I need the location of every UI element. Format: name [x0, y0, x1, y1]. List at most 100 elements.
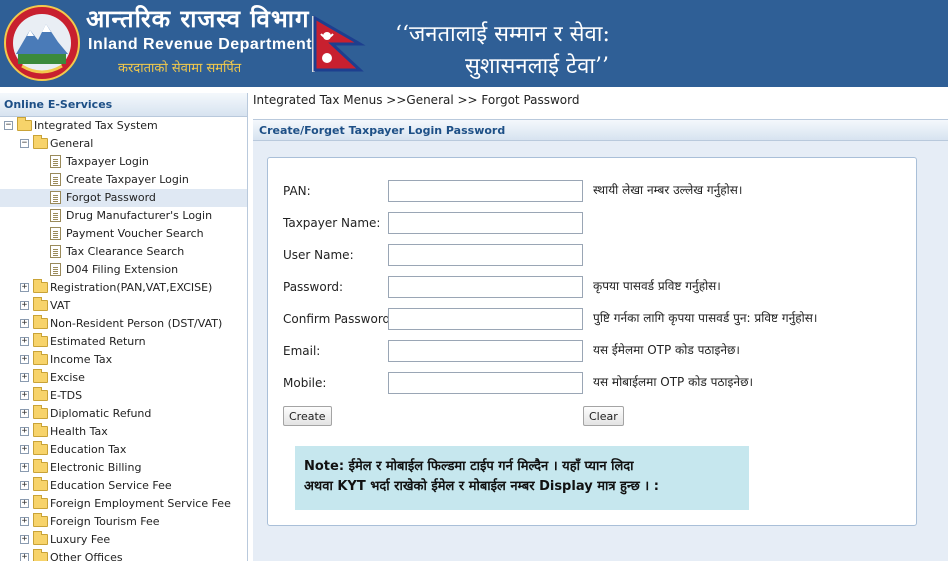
mobile-label: Mobile:	[283, 376, 327, 390]
expand-icon[interactable]: +	[20, 535, 29, 544]
tree-item[interactable]: + Health Tax	[0, 423, 247, 441]
folder-icon	[33, 279, 48, 293]
tree-item[interactable]: Forgot Password	[0, 189, 247, 207]
expand-icon[interactable]: +	[20, 283, 29, 292]
panel-title: Create/Forget Taxpayer Login Password	[253, 119, 948, 141]
tree-item-label: Tax Clearance Search	[66, 245, 185, 258]
password-input[interactable]	[388, 276, 583, 298]
tree-item[interactable]: + Foreign Tourism Fee	[0, 513, 247, 531]
tree-item-label: Payment Voucher Search	[66, 227, 204, 240]
folder-icon	[33, 513, 48, 527]
collapse-icon[interactable]: −	[4, 121, 13, 130]
tree-item[interactable]: + Excise	[0, 369, 247, 387]
expand-icon[interactable]: +	[20, 427, 29, 436]
tree-item[interactable]: + Income Tax	[0, 351, 247, 369]
folder-icon	[33, 423, 48, 437]
expand-icon[interactable]: +	[20, 463, 29, 472]
pan-input[interactable]	[388, 180, 583, 202]
tree-item-label: Integrated Tax System	[34, 119, 158, 132]
motto-line-2: सुशासनलाई टेवा’’	[465, 54, 610, 79]
department-name-nepali: आन्तरिक राजस्व विभाग	[86, 4, 310, 33]
panel-body: PAN: स्थायी लेखा नम्बर उल्लेख गर्नुहोस। Ta…	[253, 141, 948, 561]
tree-item[interactable]: + Luxury Fee	[0, 531, 247, 549]
folder-icon	[33, 495, 48, 509]
tree-item[interactable]: + Electronic Billing	[0, 459, 247, 477]
tree-item-label: Drug Manufacturer's Login	[66, 209, 213, 222]
expand-icon[interactable]: +	[20, 391, 29, 400]
document-icon	[50, 173, 61, 186]
email-input[interactable]	[388, 340, 583, 362]
user-name-input[interactable]	[388, 244, 583, 266]
mobile-hint: यस मोबाईलमा OTP कोड पठाइनेछ।	[593, 375, 754, 389]
tree-item-label: D04 Filing Extension	[66, 263, 179, 276]
motto-line-1: ‘‘जनतालाई सम्मान र सेवा:	[395, 22, 610, 47]
tree-item-label: Education Tax	[50, 443, 127, 456]
note-line-1: Note: ईमेल र मोबाईल फिल्डमा टाईप गर्न मि…	[304, 459, 634, 474]
sidebar-title: Online E-Services	[0, 93, 247, 117]
tree-item[interactable]: Drug Manufacturer's Login	[0, 207, 247, 225]
expand-icon[interactable]: +	[20, 319, 29, 328]
tree-item[interactable]: − General	[0, 135, 247, 153]
folder-icon	[33, 387, 48, 401]
email-label: Email:	[283, 344, 321, 358]
tree-item-label: Foreign Tourism Fee	[50, 515, 160, 528]
folder-icon	[33, 315, 48, 329]
tree-item[interactable]: + Other Offices	[0, 549, 247, 561]
tree-item-label: Other Offices	[50, 551, 123, 561]
folder-icon	[33, 549, 48, 561]
collapse-icon[interactable]: −	[20, 139, 29, 148]
tree-item-label: Create Taxpayer Login	[66, 173, 189, 186]
expand-icon[interactable]: +	[20, 355, 29, 364]
tree-item[interactable]: + Foreign Employment Service Fee	[0, 495, 247, 513]
tree-item-label: Health Tax	[50, 425, 108, 438]
expand-icon[interactable]: +	[20, 445, 29, 454]
expand-icon[interactable]: +	[20, 337, 29, 346]
tree-item[interactable]: D04 Filing Extension	[0, 261, 247, 279]
confirm-password-input[interactable]	[388, 308, 583, 330]
tree-item[interactable]: + Education Tax	[0, 441, 247, 459]
tree-item[interactable]: + Non-Resident Person (DST/VAT)	[0, 315, 247, 333]
create-button[interactable]: Create	[283, 406, 332, 426]
tree-item-label: VAT	[50, 299, 71, 312]
breadcrumb: Integrated Tax Menus >>General >> Forgot…	[253, 93, 580, 107]
sidebar: Online E-Services − Integrated Tax System…	[0, 93, 248, 561]
document-icon	[50, 191, 61, 204]
tree-item[interactable]: Taxpayer Login	[0, 153, 247, 171]
expand-icon[interactable]: +	[20, 481, 29, 490]
tree-item-label: Diplomatic Refund	[50, 407, 152, 420]
expand-icon[interactable]: +	[20, 409, 29, 418]
document-icon	[50, 155, 61, 168]
clear-button[interactable]: Clear	[583, 406, 624, 426]
tree-item[interactable]: + Estimated Return	[0, 333, 247, 351]
tree-item[interactable]: − Integrated Tax System	[0, 117, 247, 135]
expand-icon[interactable]: +	[20, 373, 29, 382]
confirm-password-label: Confirm Password:	[283, 312, 395, 326]
expand-icon[interactable]: +	[20, 553, 29, 561]
tree-item[interactable]: + Registration(PAN,VAT,EXCISE)	[0, 279, 247, 297]
tree-item[interactable]: + VAT	[0, 297, 247, 315]
document-icon	[50, 209, 61, 222]
pan-label: PAN:	[283, 184, 311, 198]
password-hint: कृपया पासवर्ड प्रविष्ट गर्नुहोस।	[593, 279, 721, 293]
pan-hint: स्थायी लेखा नम्बर उल्लेख गर्नुहोस।	[593, 183, 743, 197]
document-icon	[50, 245, 61, 258]
mobile-input[interactable]	[388, 372, 583, 394]
expand-icon[interactable]: +	[20, 517, 29, 526]
tree-item[interactable]: Create Taxpayer Login	[0, 171, 247, 189]
tree-item[interactable]: + Education Service Fee	[0, 477, 247, 495]
tree-item-label: Excise	[50, 371, 85, 384]
note-line-2: अथवा KYT भर्दा राखेको ईमेल र मोबाईल नम्ब…	[304, 479, 659, 494]
taxpayer-name-input[interactable]	[388, 212, 583, 234]
tree-item[interactable]: + Diplomatic Refund	[0, 405, 247, 423]
tree-item-label: Registration(PAN,VAT,EXCISE)	[50, 281, 213, 294]
password-form: PAN: स्थायी लेखा नम्बर उल्लेख गर्नुहोस। Ta…	[267, 157, 917, 526]
folder-icon	[33, 135, 48, 149]
expand-icon[interactable]: +	[20, 499, 29, 508]
tree-item[interactable]: Payment Voucher Search	[0, 225, 247, 243]
expand-icon[interactable]: +	[20, 301, 29, 310]
folder-icon	[33, 333, 48, 347]
tree-item[interactable]: Tax Clearance Search	[0, 243, 247, 261]
tree-item-label: Forgot Password	[66, 191, 156, 204]
service-tree: − Integrated Tax System − General Taxpayer L…	[0, 117, 247, 561]
tree-item[interactable]: + E-TDS	[0, 387, 247, 405]
